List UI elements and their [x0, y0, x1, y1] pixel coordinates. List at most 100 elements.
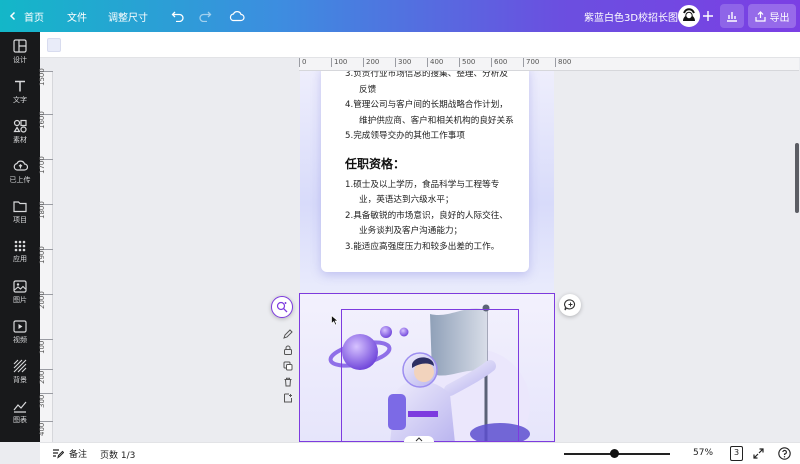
help-button[interactable] [778, 447, 791, 463]
duty-line[interactable]: 5.完成领导交办的其他工作事项 [331, 129, 519, 145]
cloud-icon [229, 11, 245, 22]
ruler-tick: 400 [38, 422, 46, 436]
sidebar-label: 图片 [13, 295, 27, 304]
vertical-scrollbar[interactable] [795, 143, 799, 213]
add-page-button[interactable] [281, 391, 295, 405]
sidebar-item-text[interactable]: 文字 [0, 72, 40, 112]
left-sidebar: 设计 文字 素材 已上传 项目 应用 图片 视频 背景 图表 [0, 32, 40, 442]
text-icon [15, 80, 25, 92]
ruler-tick: 1500 [38, 68, 46, 86]
duty-line[interactable]: 4.管理公司与客户间的长期战略合作计划， [331, 98, 519, 114]
ruler-tick: 1600 [38, 111, 46, 129]
edit-notes-button[interactable] [281, 327, 295, 341]
image-icon [13, 279, 27, 293]
sidebar-label: 文字 [13, 96, 27, 104]
horizontal-ruler: 0 100 200 300 400 500 600 700 800 [299, 58, 799, 71]
sidebar-item-uploads[interactable]: 已上传 [0, 152, 40, 192]
selection-box[interactable] [341, 309, 519, 441]
ruler-tick: 100 [331, 58, 347, 67]
file-menu[interactable]: 文件 [53, 0, 96, 32]
sidebar-label: 已上传 [9, 176, 31, 184]
sidebar-item-apps[interactable]: 应用 [0, 232, 40, 272]
lock-page-button[interactable] [281, 343, 295, 357]
upload-cloud-icon [13, 160, 28, 171]
upload-icon [754, 10, 766, 22]
background-icon [13, 359, 27, 373]
avatar[interactable] [678, 5, 700, 27]
sidebar-item-background[interactable]: 背景 [0, 352, 40, 392]
ruler-tick: 300 [38, 394, 46, 408]
qualifications-heading[interactable]: 任职资格： [345, 155, 519, 172]
elements-icon [13, 119, 27, 133]
fullscreen-button[interactable] [753, 448, 764, 462]
zoom-slider-handle[interactable] [610, 449, 619, 458]
ruler-tick: 0 [299, 58, 306, 67]
duty-line[interactable]: 维护供应商、客户和相关机构的良好关系 [331, 114, 519, 130]
duplicate-page-button[interactable] [281, 359, 295, 373]
delete-page-button[interactable] [281, 375, 295, 389]
qualification-line[interactable]: 2.具备敏锐的市场意识，良好的人际交往、 [331, 209, 519, 225]
trash-icon [284, 377, 292, 387]
comment-add-icon [563, 299, 575, 311]
layout-icon [13, 39, 27, 53]
vertical-ruler: 1500 1600 1700 1800 1900 2000 100 200 30… [38, 68, 53, 442]
job-requirements-card[interactable]: 3.负责行业市场信息的搜集、整理、分析及 反馈 4.管理公司与客户间的长期战略合… [321, 71, 529, 272]
duty-line[interactable]: 3.负责行业市场信息的搜集、整理、分析及 [331, 71, 519, 83]
expand-icon [753, 448, 764, 459]
insights-button[interactable] [720, 4, 744, 28]
ruler-tick: 1800 [38, 201, 46, 219]
chevron-left-icon [9, 11, 16, 21]
notes-button[interactable]: 备注 [52, 447, 87, 460]
redo-button[interactable] [194, 0, 221, 32]
sidebar-item-projects[interactable]: 项目 [0, 192, 40, 232]
cloud-save-button[interactable] [221, 0, 254, 32]
top-bar: 首页 文件 调整尺寸 紫蓝白色3D校招长图 导出 [0, 0, 800, 32]
ruler-tick: 1900 [38, 246, 46, 264]
sidebar-item-charts[interactable]: 图表 [0, 392, 40, 432]
export-button[interactable]: 导出 [748, 4, 796, 28]
pencil-icon [283, 329, 293, 339]
ruler-tick: 200 [363, 58, 379, 67]
notes-icon [53, 449, 64, 459]
home-label: 首页 [24, 12, 44, 24]
copy-icon [283, 361, 293, 371]
undo-button[interactable] [157, 0, 194, 32]
sidebar-label: 视频 [13, 335, 27, 344]
duty-line[interactable]: 反馈 [331, 83, 519, 99]
background-color-swatch[interactable] [47, 38, 61, 52]
sidebar-label: 图表 [13, 415, 27, 424]
sidebar-item-videos[interactable]: 视频 [0, 312, 40, 352]
help-icon [778, 447, 791, 460]
sidebar-item-photos[interactable]: 图片 [0, 272, 40, 312]
add-collaborator-button[interactable] [700, 6, 716, 26]
magic-edit-button[interactable] [271, 296, 293, 318]
document-title[interactable]: 紫蓝白色3D校招长图 [584, 0, 678, 32]
page-count-button[interactable]: 3 [730, 446, 743, 461]
sidebar-label: 设计 [13, 56, 27, 64]
zoom-level[interactable]: 57% [693, 448, 713, 458]
sidebar-label: 素材 [13, 136, 27, 144]
add-page-comment-button[interactable] [559, 294, 581, 316]
page-indicator[interactable]: 页数 1/3 [100, 448, 135, 461]
mouse-cursor-icon [331, 315, 339, 326]
home-button[interactable]: 首页 [0, 0, 53, 32]
lock-icon [284, 345, 292, 355]
apps-grid-icon [14, 240, 26, 252]
qualification-line[interactable]: 1.硕士及以上学历，食品科学与工程等专 [331, 178, 519, 194]
sidebar-label: 项目 [13, 215, 27, 224]
plus-icon [703, 11, 713, 21]
magnify-sparkle-icon [276, 301, 288, 313]
sidebar-item-elements[interactable]: 素材 [0, 112, 40, 152]
qualification-line[interactable]: 业，英语达到六级水平； [331, 193, 519, 209]
add-page-icon [284, 393, 292, 403]
design-page-1[interactable]: 3.负责行业市场信息的搜集、整理、分析及 反馈 4.管理公司与客户间的长期战略合… [300, 71, 554, 292]
export-label: 导出 [769, 12, 790, 24]
bottom-bar: 备注 页数 1/3 57% 3 [40, 442, 800, 464]
qualification-line[interactable]: 业务谈判及客户沟通能力； [331, 224, 519, 240]
resize-button[interactable]: 调整尺寸 [96, 0, 157, 32]
ruler-tick: 500 [459, 58, 475, 67]
sidebar-label: 背景 [13, 376, 27, 384]
undo-icon [171, 11, 184, 22]
sidebar-item-design[interactable]: 设计 [0, 32, 40, 72]
qualification-line[interactable]: 3.能适应高强度压力和较多出差的工作。 [331, 240, 519, 256]
